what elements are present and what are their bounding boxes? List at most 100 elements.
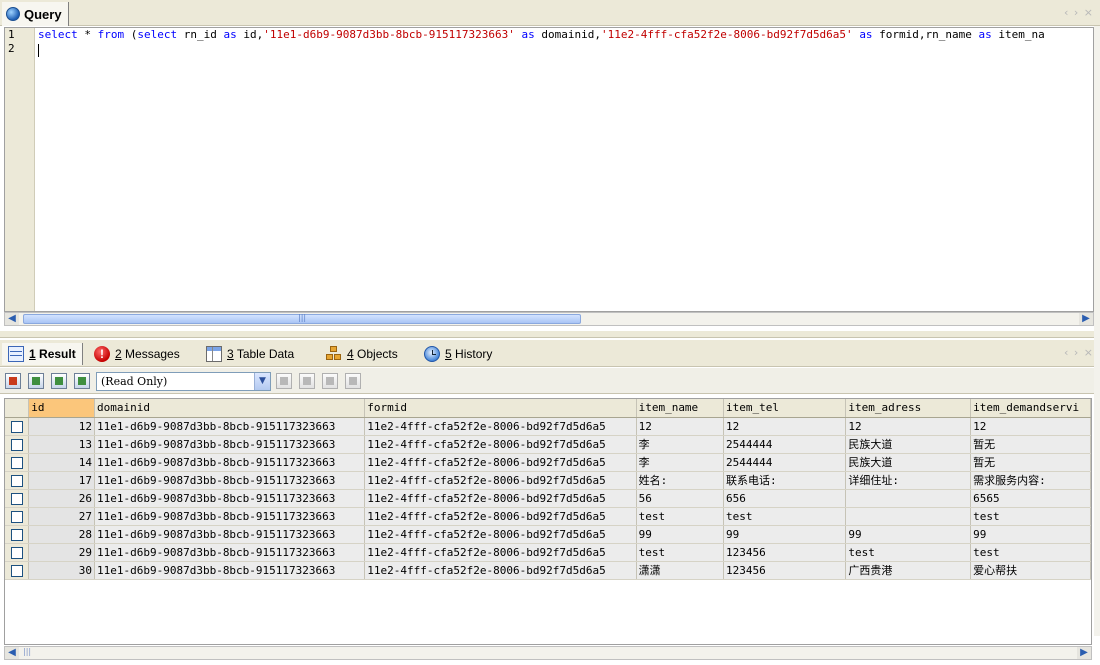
table-cell[interactable]: 17 bbox=[28, 471, 95, 490]
table-cell[interactable]: 2544444 bbox=[723, 453, 847, 472]
table-cell[interactable]: 2544444 bbox=[723, 435, 847, 454]
result-pane-nav[interactable]: ‹ › × bbox=[1064, 346, 1094, 359]
sql-editor[interactable]: 1 2 select * from (select rn_id as id,'1… bbox=[4, 27, 1094, 312]
table-row[interactable]: 17 11e1-d6b9-9087d3bb-8bcb-915117323663 11… bbox=[5, 471, 1091, 490]
editor-horizontal-scrollbar[interactable]: ◀ ||| ▶ bbox=[4, 312, 1094, 326]
scroll-right-icon[interactable]: ▶ bbox=[1079, 313, 1093, 325]
chevron-down-icon[interactable]: ▼ bbox=[254, 373, 270, 390]
text-view-icon[interactable] bbox=[74, 373, 90, 389]
table-cell[interactable]: test bbox=[636, 543, 724, 562]
export-icon[interactable] bbox=[5, 373, 21, 389]
query-tab[interactable]: Query bbox=[2, 2, 69, 26]
table-row[interactable]: 12 11e1-d6b9-9087d3bb-8bcb-915117323663 11… bbox=[5, 417, 1091, 436]
table-cell[interactable]: 99 bbox=[636, 525, 724, 544]
table-cell[interactable]: test bbox=[970, 507, 1091, 526]
table-cell[interactable]: 11e2-4fff-cfa52f2e-8006-bd92f7d5d6a5 bbox=[364, 507, 637, 526]
edit-mode-select[interactable]: (Read Only) ▼ bbox=[96, 372, 271, 391]
table-cell[interactable]: 联系电话: bbox=[723, 471, 847, 490]
query-pane-nav[interactable]: ‹ › × bbox=[1064, 6, 1094, 19]
tab-table-data[interactable]: 3 Table Data bbox=[200, 343, 300, 365]
row-checkbox[interactable] bbox=[10, 474, 23, 487]
table-cell[interactable]: 11e1-d6b9-9087d3bb-8bcb-915117323663 bbox=[94, 525, 366, 544]
table-cell[interactable]: 99 bbox=[970, 525, 1091, 544]
table-cell[interactable]: 13 bbox=[28, 435, 95, 454]
scroll-right-icon[interactable]: ▶ bbox=[1077, 647, 1091, 659]
table-cell[interactable]: 12 bbox=[636, 417, 724, 436]
table-cell[interactable]: test bbox=[723, 507, 847, 526]
table-cell[interactable]: 12 bbox=[28, 417, 95, 436]
table-cell[interactable]: 27 bbox=[28, 507, 95, 526]
table-cell[interactable]: 6565 bbox=[970, 489, 1091, 508]
table-cell[interactable]: 李 bbox=[636, 435, 724, 454]
table-cell[interactable]: 11e2-4fff-cfa52f2e-8006-bd92f7d5d6a5 bbox=[364, 435, 637, 454]
table-cell[interactable]: 民族大道 bbox=[845, 435, 972, 454]
table-cell[interactable]: 广西贵港 bbox=[845, 561, 972, 580]
table-cell[interactable]: 656 bbox=[723, 489, 847, 508]
grid-view-icon[interactable] bbox=[28, 373, 44, 389]
table-cell[interactable]: 11e2-4fff-cfa52f2e-8006-bd92f7d5d6a5 bbox=[364, 471, 637, 490]
tab-messages[interactable]: ! 2 Messages bbox=[88, 343, 186, 365]
column-header-item-demandservi[interactable]: item_demandservi bbox=[970, 399, 1091, 418]
row-checkbox-cell[interactable] bbox=[5, 471, 30, 490]
table-cell[interactable]: 暂无 bbox=[970, 435, 1091, 454]
column-header-item-adress[interactable]: item_adress bbox=[845, 399, 972, 418]
column-header-formid[interactable]: formid bbox=[364, 399, 637, 418]
table-cell[interactable]: 12 bbox=[970, 417, 1091, 436]
table-cell[interactable]: 56 bbox=[636, 489, 724, 508]
scroll-left-icon[interactable]: ◀ bbox=[5, 313, 19, 325]
delete-row-icon[interactable] bbox=[322, 373, 338, 389]
form-view-icon[interactable] bbox=[51, 373, 67, 389]
table-cell[interactable]: 11e2-4fff-cfa52f2e-8006-bd92f7d5d6a5 bbox=[364, 561, 637, 580]
save-icon[interactable] bbox=[299, 373, 315, 389]
table-cell[interactable]: 11e1-d6b9-9087d3bb-8bcb-915117323663 bbox=[94, 489, 366, 508]
table-cell[interactable]: 99 bbox=[845, 525, 972, 544]
tab-objects[interactable]: 4 Objects bbox=[320, 343, 404, 365]
table-cell[interactable]: 11e2-4fff-cfa52f2e-8006-bd92f7d5d6a5 bbox=[364, 525, 637, 544]
table-cell[interactable]: 12 bbox=[845, 417, 972, 436]
column-header-id[interactable]: id bbox=[28, 399, 95, 418]
table-cell[interactable]: 12 bbox=[723, 417, 847, 436]
table-cell[interactable]: 需求服务内容: bbox=[970, 471, 1091, 490]
row-checkbox-cell[interactable] bbox=[5, 543, 30, 562]
table-cell[interactable]: 暂无 bbox=[970, 453, 1091, 472]
row-checkbox-cell[interactable] bbox=[5, 561, 30, 580]
table-cell[interactable]: 11e2-4fff-cfa52f2e-8006-bd92f7d5d6a5 bbox=[364, 489, 637, 508]
row-checkbox-cell[interactable] bbox=[5, 435, 30, 454]
table-cell[interactable]: test bbox=[970, 543, 1091, 562]
table-cell[interactable]: 11e1-d6b9-9087d3bb-8bcb-915117323663 bbox=[94, 417, 366, 436]
grid-horizontal-scrollbar[interactable]: ◀ ||| ▶ bbox=[4, 646, 1092, 660]
row-checkbox[interactable] bbox=[10, 492, 23, 505]
table-cell[interactable]: 30 bbox=[28, 561, 95, 580]
row-checkbox[interactable] bbox=[10, 456, 23, 469]
table-cell[interactable]: 11e1-d6b9-9087d3bb-8bcb-915117323663 bbox=[94, 543, 366, 562]
table-cell[interactable]: 14 bbox=[28, 453, 95, 472]
row-checkbox[interactable] bbox=[10, 528, 23, 541]
row-checkbox[interactable] bbox=[10, 420, 23, 433]
table-row[interactable]: 29 11e1-d6b9-9087d3bb-8bcb-915117323663 11… bbox=[5, 543, 1091, 562]
table-cell[interactable]: 详细住址: bbox=[845, 471, 972, 490]
table-row[interactable]: 28 11e1-d6b9-9087d3bb-8bcb-915117323663 11… bbox=[5, 525, 1091, 544]
row-checkbox-cell[interactable] bbox=[5, 489, 30, 508]
row-checkbox[interactable] bbox=[10, 438, 23, 451]
row-checkbox-cell[interactable] bbox=[5, 417, 30, 436]
tab-history[interactable]: 5 History bbox=[418, 343, 498, 365]
table-cell[interactable]: 11e2-4fff-cfa52f2e-8006-bd92f7d5d6a5 bbox=[364, 453, 637, 472]
table-cell[interactable]: 11e2-4fff-cfa52f2e-8006-bd92f7d5d6a5 bbox=[364, 543, 637, 562]
table-cell[interactable]: 123456 bbox=[723, 561, 847, 580]
table-cell[interactable]: 李 bbox=[636, 453, 724, 472]
table-cell[interactable]: 26 bbox=[28, 489, 95, 508]
table-row[interactable]: 30 11e1-d6b9-9087d3bb-8bcb-915117323663 11… bbox=[5, 561, 1091, 580]
column-header-domainid[interactable]: domainid bbox=[94, 399, 366, 418]
table-cell[interactable]: 28 bbox=[28, 525, 95, 544]
table-cell[interactable]: 11e1-d6b9-9087d3bb-8bcb-915117323663 bbox=[94, 561, 366, 580]
table-cell[interactable]: 29 bbox=[28, 543, 95, 562]
table-cell[interactable]: 11e1-d6b9-9087d3bb-8bcb-915117323663 bbox=[94, 453, 366, 472]
cancel-changes-icon[interactable] bbox=[345, 373, 361, 389]
table-cell[interactable]: 11e1-d6b9-9087d3bb-8bcb-915117323663 bbox=[94, 435, 366, 454]
table-cell[interactable]: 爱心帮扶 bbox=[970, 561, 1091, 580]
table-row[interactable]: 27 11e1-d6b9-9087d3bb-8bcb-915117323663 11… bbox=[5, 507, 1091, 526]
table-cell[interactable] bbox=[845, 489, 972, 508]
result-grid[interactable]: id domainid formid item_name item_tel item_ad… bbox=[4, 398, 1092, 645]
column-header-item-name[interactable]: item_name bbox=[636, 399, 724, 418]
table-cell[interactable]: 123456 bbox=[723, 543, 847, 562]
